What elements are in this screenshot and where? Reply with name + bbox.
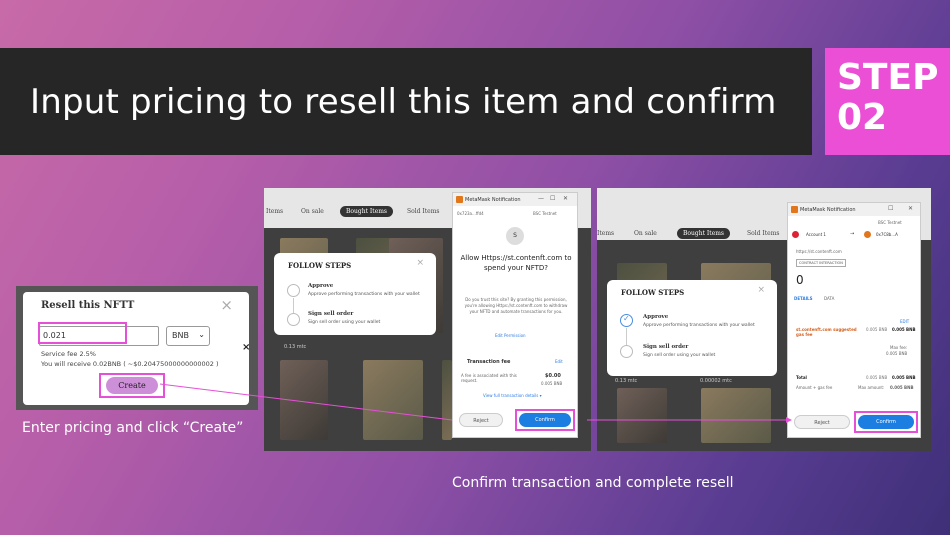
connector-line-1 (159, 383, 453, 421)
connector-arrows (159, 383, 792, 423)
arrowhead-icon (786, 417, 792, 423)
caption-confirm-transaction: Confirm transaction and complete resell (452, 475, 734, 491)
